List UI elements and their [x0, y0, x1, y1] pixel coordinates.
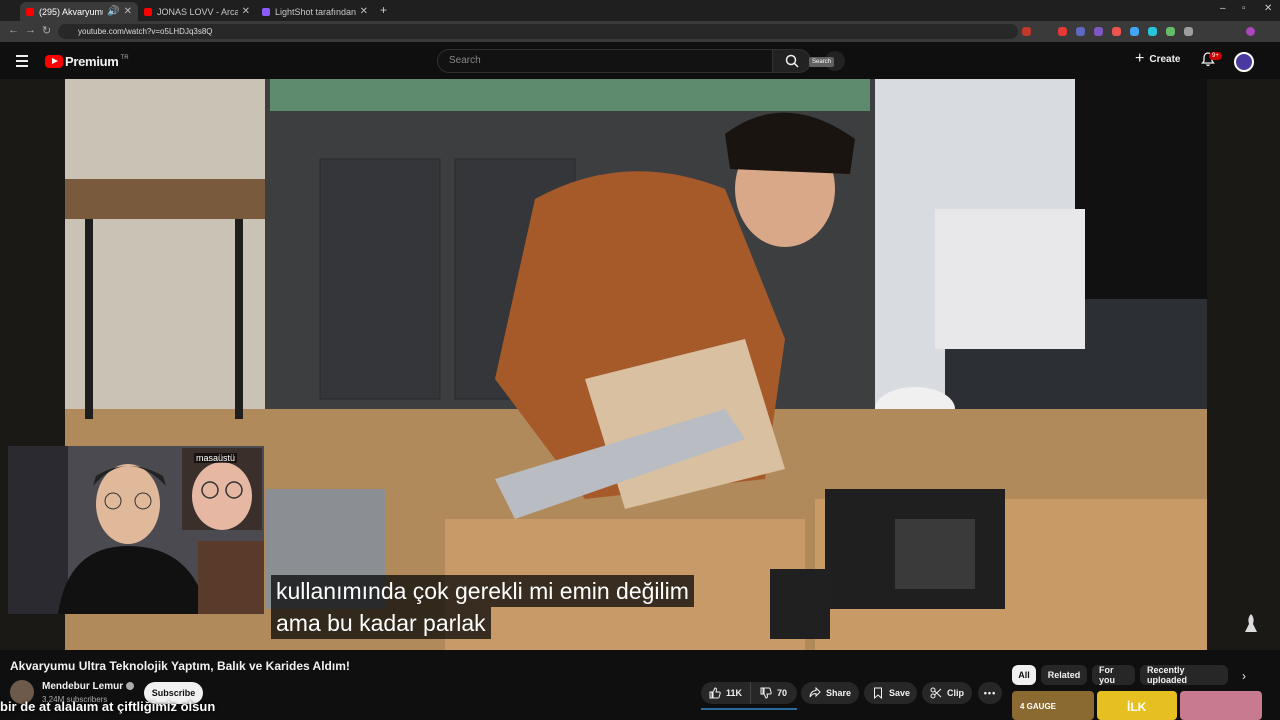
- subtitles: kullanımında çok gerekli mi emin değilim…: [271, 575, 694, 639]
- avatar[interactable]: [1234, 52, 1254, 72]
- maximize-icon[interactable]: ▫: [1242, 3, 1246, 14]
- subtitle-line: kullanımında çok gerekli mi emin değilim: [271, 575, 694, 607]
- browser-tab-bar: (295) Akvaryumu Ultra Tekn 🔊 ✕ JONAS LOV…: [0, 0, 1280, 21]
- recommended-thumbnail[interactable]: [1180, 691, 1262, 720]
- plus-icon: +: [1135, 50, 1145, 67]
- hamburger-menu-icon[interactable]: [16, 55, 28, 70]
- tab-title: LightShot tarafından Ekran Gör: [275, 6, 356, 17]
- video-info: Akvaryumu Ultra Teknolojik Yaptım, Balık…: [0, 650, 1280, 720]
- extension-icon[interactable]: [1058, 27, 1067, 36]
- youtube-premium-logo[interactable]: Premium TR: [45, 54, 129, 69]
- browser-tab-1[interactable]: (295) Akvaryumu Ultra Tekn 🔊 ✕: [20, 2, 138, 21]
- extension-icon[interactable]: [1166, 27, 1175, 36]
- extension-icon[interactable]: [1148, 27, 1157, 36]
- share-button[interactable]: Share: [801, 682, 859, 704]
- extension-icon[interactable]: [1076, 27, 1085, 36]
- create-label: Create: [1149, 53, 1181, 65]
- thumbs-down-icon: [760, 687, 772, 699]
- extension-icon[interactable]: [1022, 27, 1031, 36]
- speaker-icon[interactable]: 🔊: [107, 6, 119, 17]
- forward-icon[interactable]: →: [25, 24, 36, 36]
- extension-icon[interactable]: [1094, 27, 1103, 36]
- close-tab-icon[interactable]: ✕: [360, 6, 368, 17]
- search-icon: [785, 54, 799, 68]
- create-button[interactable]: + Create: [1135, 50, 1181, 67]
- overlay-caption: bir de at alalaım at çiftliğimiz olsun: [0, 699, 216, 714]
- new-tab-icon[interactable]: +: [380, 3, 387, 17]
- video-title: Akvaryumu Ultra Teknolojik Yaptım, Balık…: [10, 659, 350, 673]
- close-window-icon[interactable]: ✕: [1264, 3, 1272, 14]
- more-actions-button[interactable]: •••: [978, 682, 1002, 704]
- dislike-button[interactable]: 70: [750, 682, 797, 704]
- subtitle-line: ama bu kadar parlak: [271, 607, 491, 639]
- webcam-overlay-secondary: masaüstü: [182, 448, 262, 530]
- extension-icon[interactable]: [1130, 27, 1139, 36]
- recommended-thumbnail[interactable]: İLK: [1097, 691, 1177, 720]
- chip-related[interactable]: Related: [1041, 665, 1087, 685]
- like-ratio-bar: [701, 708, 797, 710]
- recommended-thumbnail[interactable]: 4 GAUGE: [1012, 691, 1094, 720]
- extension-icon[interactable]: [1112, 27, 1121, 36]
- tab-title: JONAS LOVV - Arcade (Duncan: [157, 6, 238, 17]
- clip-label: Clip: [947, 688, 964, 698]
- youtube-favicon-icon: [26, 7, 34, 16]
- verified-icon: [126, 682, 135, 690]
- like-button[interactable]: 11K: [701, 682, 750, 704]
- more-icon: •••: [983, 688, 997, 698]
- thumbnail-text: 4 GAUGE: [1020, 702, 1057, 711]
- chevron-right-icon[interactable]: ›: [1242, 669, 1246, 683]
- share-label: Share: [826, 688, 852, 698]
- back-icon[interactable]: ←: [8, 24, 19, 36]
- save-label: Save: [889, 688, 911, 698]
- address-bar[interactable]: youtube.com/watch?v=o5LHDJq3s8Q: [58, 24, 1018, 39]
- scissors-icon: [930, 687, 942, 699]
- puzzle-icon[interactable]: [1184, 27, 1193, 36]
- youtube-favicon-icon: [144, 7, 152, 16]
- share-icon: [809, 687, 821, 698]
- thumbnail-text: İLK: [1127, 700, 1147, 714]
- bookmark-icon: [874, 687, 882, 699]
- channel-watermark-icon[interactable]: [1241, 612, 1261, 634]
- webcam-label: masaüstü: [194, 453, 238, 463]
- close-tab-icon[interactable]: ✕: [124, 6, 132, 17]
- url-text: youtube.com/watch?v=o5LHDJq3s8Q: [78, 27, 213, 36]
- chip-for-you[interactable]: For you: [1092, 665, 1135, 685]
- browser-tab-3[interactable]: LightShot tarafından Ekran Gör ✕: [256, 2, 374, 21]
- clip-button[interactable]: Clip: [922, 682, 972, 704]
- search-button[interactable]: [773, 49, 811, 73]
- profile-icon[interactable]: [1246, 27, 1255, 36]
- reload-icon[interactable]: ↻: [42, 24, 51, 37]
- lightshot-favicon-icon: [262, 7, 270, 16]
- channel-name-text[interactable]: Mendebur Lemur: [42, 681, 123, 692]
- minimize-icon[interactable]: –: [1220, 3, 1226, 14]
- channel-name[interactable]: Mendebur Lemur: [42, 681, 135, 692]
- thumbs-up-icon: [709, 687, 721, 699]
- browser-toolbar: ← → ↻ youtube.com/watch?v=o5LHDJq3s8Q: [0, 21, 1280, 42]
- video-player[interactable]: masaüstü kullanımında çok gerekli mi emi…: [0, 79, 1280, 650]
- notification-badge: 9+: [1209, 52, 1222, 60]
- search-input[interactable]: Search: [437, 49, 773, 73]
- region-label: TR: [120, 54, 129, 61]
- browser-tab-2[interactable]: JONAS LOVV - Arcade (Duncan ✕: [138, 2, 256, 21]
- save-button[interactable]: Save: [864, 682, 917, 704]
- chip-all[interactable]: All: [1012, 665, 1036, 685]
- youtube-header: Premium TR Search Search + Create 9+: [0, 42, 1280, 79]
- close-tab-icon[interactable]: ✕: [242, 6, 250, 17]
- like-count: 11K: [726, 688, 743, 698]
- tab-title: (295) Akvaryumu Ultra Tekn: [39, 6, 104, 17]
- dislike-count: 70: [777, 688, 788, 698]
- youtube-play-icon: [45, 55, 63, 68]
- brand-label: Premium: [65, 54, 119, 69]
- search-tooltip: Search: [809, 57, 835, 67]
- chip-recently-uploaded[interactable]: Recently uploaded: [1140, 665, 1228, 685]
